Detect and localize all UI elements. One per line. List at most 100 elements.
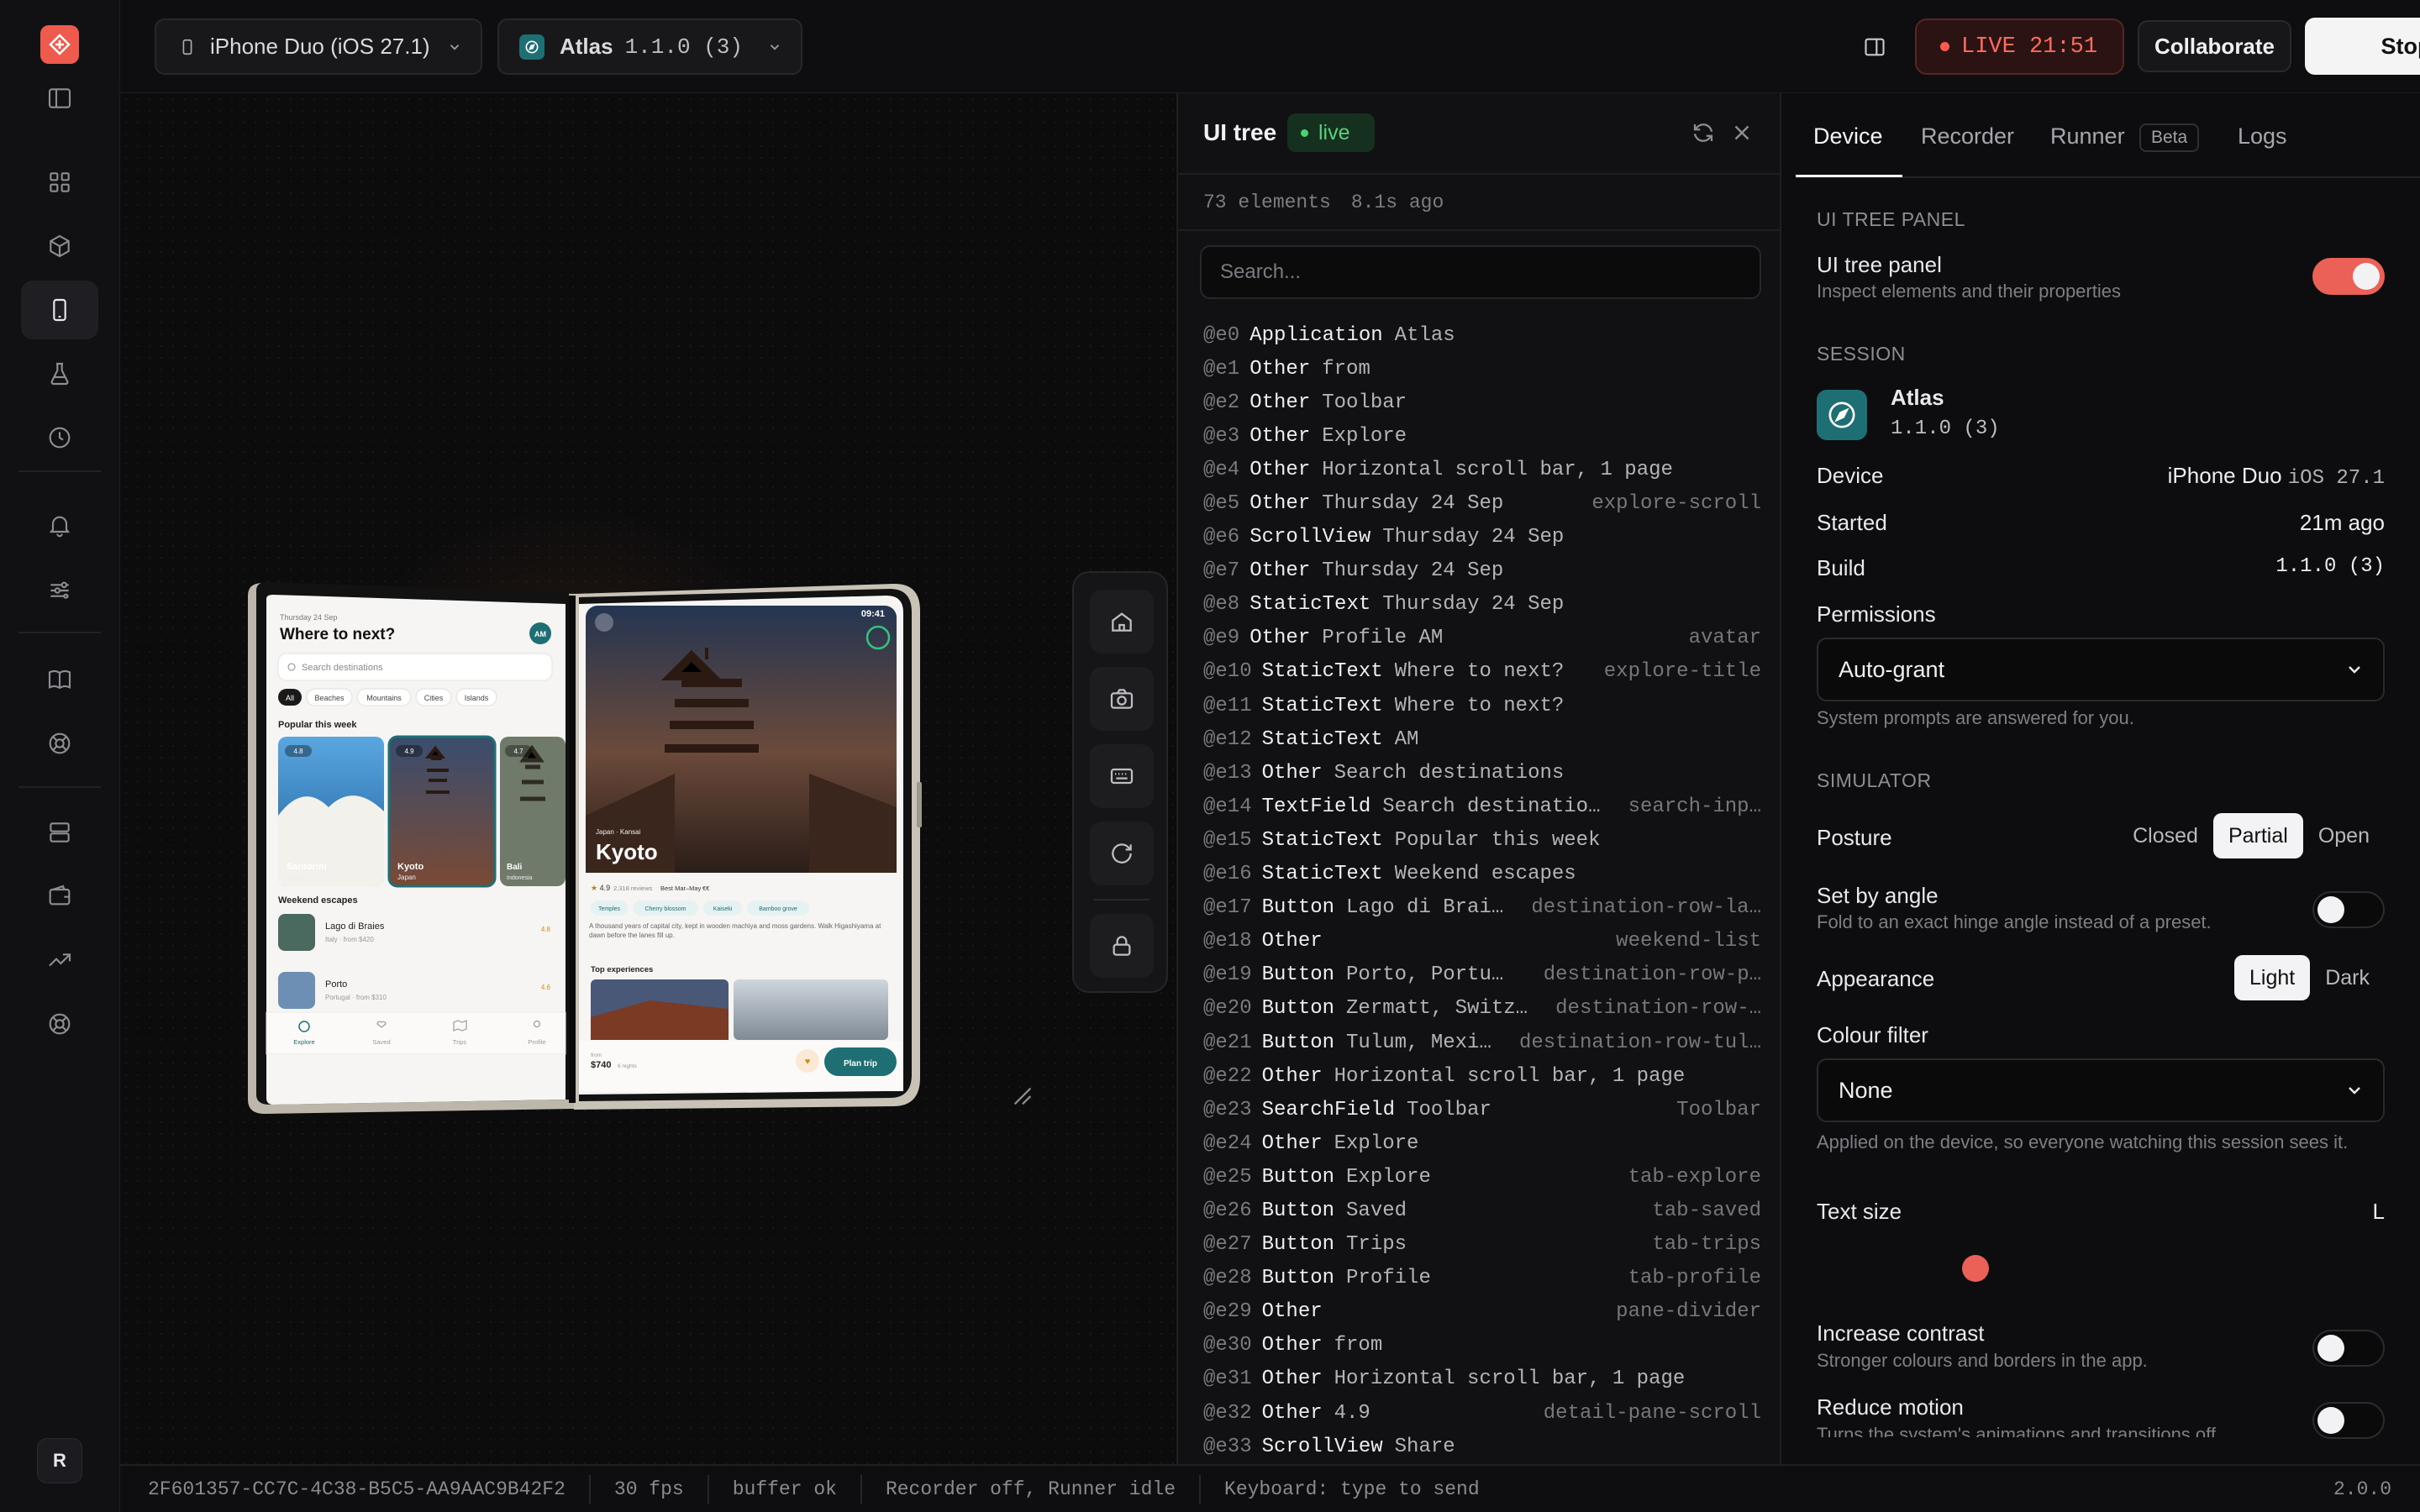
tree-row[interactable]: @e13 Other Search destinations <box>1178 756 1780 790</box>
stop-button[interactable]: Stop <box>2305 18 2420 75</box>
experience-card[interactable] <box>734 979 888 1040</box>
app-logo[interactable] <box>40 25 79 64</box>
tree-row[interactable]: @e18 Other weekend-list <box>1178 925 1780 958</box>
tree-row[interactable]: @e7 Other Thursday 24 Sep <box>1178 554 1780 588</box>
resize-handle-icon[interactable] <box>1011 1084 1034 1108</box>
tag[interactable]: Temples <box>598 906 621 912</box>
device-picker[interactable]: iPhone Duo (iOS 27.1) <box>155 18 482 75</box>
history-clock-icon[interactable] <box>21 408 98 467</box>
foldable-device[interactable]: Thursday 24 Sep Where to next? AM Search… <box>221 496 1061 1118</box>
tab-device[interactable]: Device <box>1813 123 1883 150</box>
screenshot-button[interactable] <box>1090 667 1154 731</box>
billing-wallet-icon[interactable] <box>21 867 98 926</box>
screen-search[interactable]: Search destinations <box>302 663 383 673</box>
tree-row[interactable]: @e0 Application Atlas <box>1178 318 1780 352</box>
tree-row[interactable]: @e6 ScrollView Thursday 24 Sep <box>1178 521 1780 554</box>
tree-row[interactable]: @e16 StaticText Weekend escapes <box>1178 858 1780 891</box>
toggle-panel-button[interactable] <box>1851 24 1898 71</box>
motion-toggle[interactable] <box>2312 1402 2385 1439</box>
tree-row[interactable]: @e2 Other Toolbar <box>1178 386 1780 419</box>
dashboard-icon[interactable] <box>21 153 98 212</box>
tab-profile[interactable]: Profile <box>528 1038 545 1046</box>
tab-explore[interactable]: Explore <box>293 1038 314 1046</box>
tag[interactable]: Cherry blossom <box>644 906 686 912</box>
text-size-slider-thumb[interactable] <box>1962 1255 1989 1282</box>
tree-row[interactable]: @e22 Other Horizontal scroll bar, 1 page <box>1178 1059 1780 1093</box>
settings-sliders-icon[interactable] <box>21 561 98 620</box>
tree-row[interactable]: @e14 TextField Search destinatio… search-in… <box>1178 790 1780 823</box>
tree-row[interactable]: @e1 Other from <box>1178 352 1780 386</box>
notifications-bell-icon[interactable] <box>21 496 98 554</box>
card-bali[interactable]: 4.7 Bali Indonesia <box>500 737 566 886</box>
heart-icon[interactable]: ♥ <box>805 1057 811 1067</box>
session-id[interactable]: 2F601357-CC7C-4C38-B5C5-AA9AAC9B42F2 <box>120 1474 591 1504</box>
builds-cube-icon[interactable] <box>21 217 98 276</box>
rotate-button[interactable] <box>1090 822 1154 885</box>
contrast-toggle[interactable] <box>2312 1330 2385 1367</box>
tree-row[interactable]: @e31 Other Horizontal scroll bar, 1 page <box>1178 1362 1780 1396</box>
chip-cities[interactable]: Cities <box>424 694 444 702</box>
card-santorini[interactable]: 4.8 Santorini Greece <box>278 737 384 886</box>
docs-book-icon[interactable] <box>21 650 98 709</box>
chip-beaches[interactable]: Beaches <box>314 694 345 702</box>
posture-option-open[interactable]: Open <box>2303 813 2385 858</box>
tree-row[interactable]: @e19 Button Porto, Portu… destination-row-p… <box>1178 958 1780 992</box>
card-kyoto[interactable]: 4.9 Kyoto Japan <box>387 735 497 888</box>
home-button[interactable] <box>1090 590 1154 654</box>
angle-toggle[interactable] <box>2312 891 2385 928</box>
analytics-trend-icon[interactable] <box>21 931 98 990</box>
colour-filter-select[interactable]: None <box>1817 1058 2385 1122</box>
tree-row[interactable]: @e23 SearchField Toolbar Toolbar <box>1178 1093 1780 1126</box>
appearance-option-light[interactable]: Light <box>2233 955 2311 1000</box>
tree-row[interactable]: @e26 Button Saved tab-saved <box>1178 1194 1780 1227</box>
tree-row[interactable]: @e11 StaticText Where to next? <box>1178 689 1780 722</box>
tree-row[interactable]: @e30 Other from <box>1178 1329 1780 1362</box>
tree-row[interactable]: @e32 Other 4.9 detail-pane-scroll <box>1178 1396 1780 1430</box>
tree-row[interactable]: @e12 StaticText AM <box>1178 722 1780 756</box>
tree-row[interactable]: @e21 Button Tulum, Mexi… destination-row-tu… <box>1178 1026 1780 1059</box>
chip-mountains[interactable]: Mountains <box>366 694 402 702</box>
tree-row[interactable]: @e4 Other Horizontal scroll bar, 1 page <box>1178 453 1780 486</box>
tree-row[interactable]: @e24 Other Explore <box>1178 1126 1780 1160</box>
chip-islands[interactable]: Islands <box>465 694 489 702</box>
tree-row[interactable]: @e29 Other pane-divider <box>1178 1295 1780 1329</box>
tree-row[interactable]: @e17 Button Lago di Brai… destination-row-l… <box>1178 891 1780 925</box>
user-avatar[interactable]: R <box>37 1438 82 1483</box>
tab-recorder[interactable]: Recorder <box>1921 123 2014 150</box>
help-lifebuoy-icon[interactable] <box>21 714 98 773</box>
tree-row[interactable]: @e28 Button Profile tab-profile <box>1178 1262 1780 1295</box>
collaborate-button[interactable]: Collaborate <box>2138 20 2291 72</box>
close-icon[interactable] <box>1729 120 1754 145</box>
live-timer-button[interactable]: LIVE 21:51 <box>1915 18 2124 75</box>
lock-button[interactable] <box>1090 914 1154 978</box>
tree-row[interactable]: @e10 StaticText Where to next? explore-titl… <box>1178 655 1780 689</box>
devices-phone-icon[interactable] <box>21 281 98 339</box>
keyboard-button[interactable] <box>1090 744 1154 808</box>
posture-option-closed[interactable]: Closed <box>2118 813 2213 858</box>
servers-icon[interactable] <box>21 803 98 862</box>
tag[interactable]: Bamboo grove <box>759 906 797 912</box>
tag[interactable]: Kaiseki <box>713 906 733 912</box>
permissions-select[interactable]: Auto-grant <box>1817 638 2385 701</box>
tests-flask-icon[interactable] <box>21 344 98 403</box>
tab-runner[interactable]: Runner <box>2050 123 2125 150</box>
ui-tree-toggle[interactable] <box>2312 258 2385 295</box>
tree-row[interactable]: @e15 StaticText Popular this week <box>1178 823 1780 857</box>
sidebar-toggle-icon[interactable] <box>21 69 98 128</box>
tree-search-input[interactable] <box>1200 245 1761 299</box>
chip-all[interactable]: All <box>286 694 294 702</box>
tree-row[interactable]: @e33 ScrollView Share <box>1178 1430 1780 1463</box>
refresh-icon[interactable] <box>1691 120 1716 145</box>
tree-row[interactable]: @e20 Button Zermatt, Switz… destination-row… <box>1178 992 1780 1026</box>
posture-option-partial[interactable]: Partial <box>2212 813 2303 858</box>
tree-row[interactable]: @e25 Button Explore tab-explore <box>1178 1160 1780 1194</box>
tab-saved[interactable]: Saved <box>372 1038 390 1046</box>
tree-row[interactable]: @e8 StaticText Thursday 24 Sep <box>1178 588 1780 622</box>
app-picker[interactable]: Atlas 1.1.0 (3) <box>497 18 802 75</box>
appearance-option-dark[interactable]: Dark <box>2310 955 2385 1000</box>
tree-row[interactable]: @e3 Other Explore <box>1178 419 1780 453</box>
support-icon[interactable] <box>21 995 98 1053</box>
tab-trips[interactable]: Trips <box>453 1038 467 1046</box>
tab-logs[interactable]: Logs <box>2238 123 2287 150</box>
tree-row[interactable]: @e5 Other Thursday 24 Sep explore-scroll <box>1178 486 1780 520</box>
